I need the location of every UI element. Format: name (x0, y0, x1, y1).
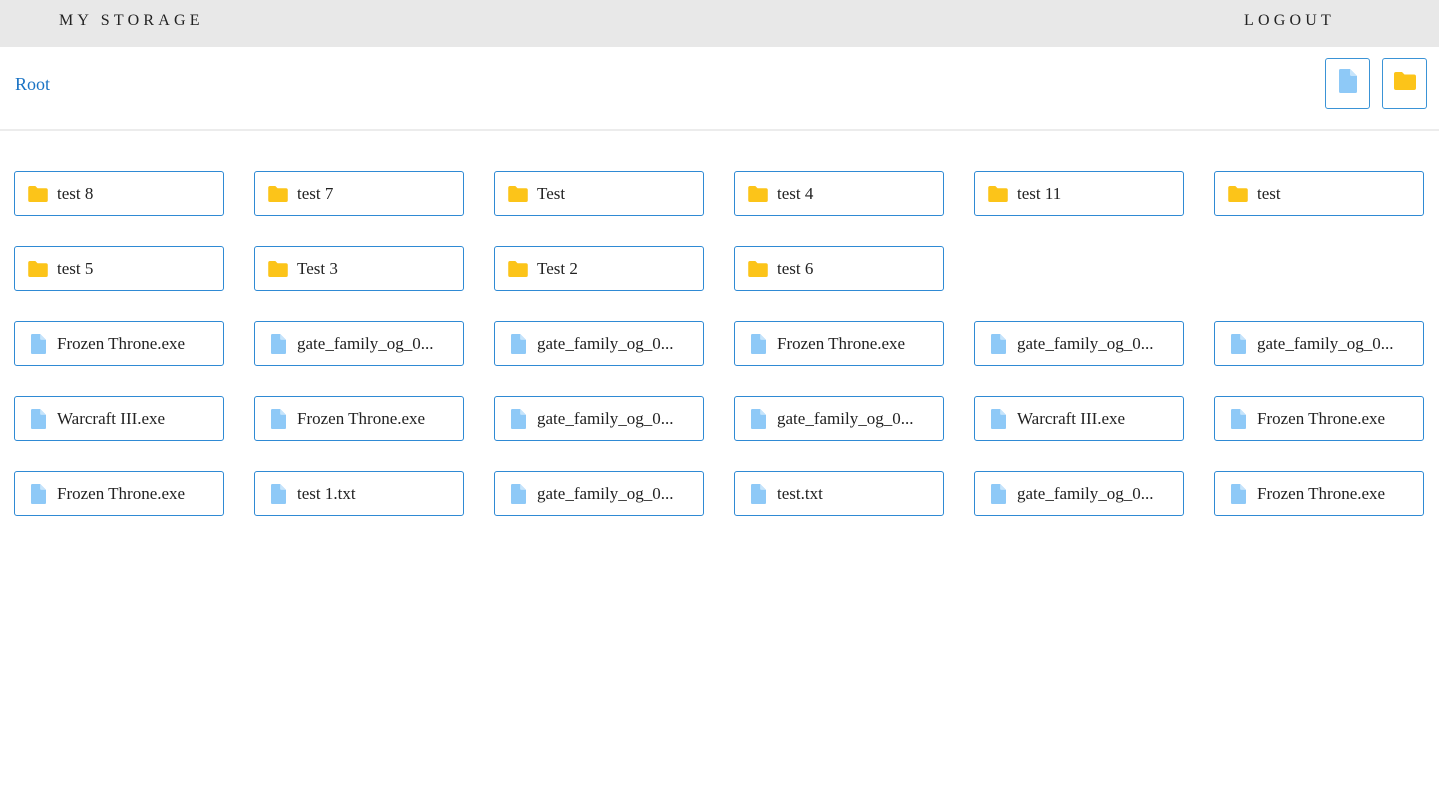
file-icon (508, 334, 528, 354)
file-icon (28, 409, 48, 429)
top-navbar: MY STORAGE LOGOUT (0, 0, 1439, 47)
file-item[interactable]: Frozen Throne.exe (14, 471, 224, 516)
folder-name: Test 3 (297, 259, 338, 278)
file-name: Frozen Throne.exe (1257, 409, 1386, 428)
folder-icon (508, 184, 528, 204)
folder-item[interactable]: test 6 (734, 246, 944, 291)
folder-icon (508, 259, 528, 279)
file-item[interactable]: gate_family_og_0... (1214, 321, 1424, 366)
file-name: Frozen Throne.exe (57, 334, 186, 353)
folder-icon (1228, 184, 1248, 204)
folder-name: test 8 (57, 184, 94, 203)
breadcrumb-root[interactable]: Root (15, 74, 50, 95)
file-name: Frozen Throne.exe (1257, 484, 1386, 503)
file-item[interactable]: Warcraft III.exe (974, 396, 1184, 441)
folder-name: test (1257, 184, 1281, 203)
file-item[interactable]: test 1.txt (254, 471, 464, 516)
file-name: test 1.txt (297, 484, 356, 503)
file-icon (508, 409, 528, 429)
folder-icon (1393, 72, 1416, 95)
folder-icon (268, 259, 288, 279)
file-icon (508, 484, 528, 504)
folder-item[interactable]: Test (494, 171, 704, 216)
file-item[interactable]: test.txt (734, 471, 944, 516)
file-icon (28, 334, 48, 354)
file-name: gate_family_og_0... (297, 334, 434, 353)
file-name: Frozen Throne.exe (777, 334, 906, 353)
file-icon (1338, 69, 1357, 98)
file-name: gate_family_og_0... (537, 409, 674, 428)
file-icon (748, 334, 768, 354)
folder-icon (28, 184, 48, 204)
folder-item[interactable]: test 4 (734, 171, 944, 216)
file-icon (28, 484, 48, 504)
file-name: gate_family_og_0... (537, 484, 674, 503)
folder-item[interactable]: test (1214, 171, 1424, 216)
file-name: Frozen Throne.exe (297, 409, 426, 428)
folder-icon (28, 259, 48, 279)
file-item[interactable]: gate_family_og_0... (494, 396, 704, 441)
add-file-button[interactable] (1325, 58, 1370, 109)
file-icon (1228, 409, 1248, 429)
folder-item[interactable]: test 8 (14, 171, 224, 216)
file-name: Warcraft III.exe (57, 409, 166, 428)
folder-name: test 11 (1017, 184, 1062, 203)
folder-icon (748, 184, 768, 204)
folder-name: Test 2 (537, 259, 578, 278)
toolbar: Root (0, 47, 1439, 131)
app-title[interactable]: MY STORAGE (59, 12, 204, 30)
file-icon (748, 409, 768, 429)
add-folder-button[interactable] (1382, 58, 1427, 109)
file-name: gate_family_og_0... (1257, 334, 1394, 353)
file-icon (1228, 334, 1248, 354)
file-item[interactable]: Frozen Throne.exe (1214, 471, 1424, 516)
folder-item[interactable]: Test 2 (494, 246, 704, 291)
folder-item[interactable]: test 5 (14, 246, 224, 291)
file-item[interactable]: gate_family_og_0... (494, 471, 704, 516)
file-item[interactable]: Warcraft III.exe (14, 396, 224, 441)
file-icon (988, 409, 1008, 429)
folder-item[interactable]: test 7 (254, 171, 464, 216)
file-item[interactable]: gate_family_og_0... (734, 396, 944, 441)
file-name: gate_family_og_0... (537, 334, 674, 353)
file-name: test.txt (777, 484, 823, 503)
folder-item[interactable]: Test 3 (254, 246, 464, 291)
folder-name: test 5 (57, 259, 94, 278)
file-name: Frozen Throne.exe (57, 484, 186, 503)
file-item[interactable]: Frozen Throne.exe (14, 321, 224, 366)
folder-icon (748, 259, 768, 279)
file-name: gate_family_og_0... (1017, 484, 1154, 503)
file-item[interactable]: Frozen Throne.exe (734, 321, 944, 366)
folder-name: Test (537, 184, 566, 203)
folder-item[interactable]: test 11 (974, 171, 1184, 216)
file-icon (988, 334, 1008, 354)
file-icon (1228, 484, 1248, 504)
file-item[interactable]: Frozen Throne.exe (1214, 396, 1424, 441)
file-icon (268, 334, 288, 354)
file-icon (988, 484, 1008, 504)
file-item[interactable]: gate_family_og_0... (494, 321, 704, 366)
file-item[interactable]: gate_family_og_0... (974, 321, 1184, 366)
file-icon (268, 409, 288, 429)
file-name: Warcraft III.exe (1017, 409, 1126, 428)
logout-button[interactable]: LOGOUT (1244, 12, 1335, 30)
file-item[interactable]: gate_family_og_0... (254, 321, 464, 366)
file-icon (268, 484, 288, 504)
folder-name: test 4 (777, 184, 814, 203)
file-item[interactable]: gate_family_og_0... (974, 471, 1184, 516)
file-name: gate_family_og_0... (1017, 334, 1154, 353)
folder-icon (268, 184, 288, 204)
folder-name: test 7 (297, 184, 334, 203)
file-item[interactable]: Frozen Throne.exe (254, 396, 464, 441)
folder-name: test 6 (777, 259, 814, 278)
folder-icon (988, 184, 1008, 204)
file-name: gate_family_og_0... (777, 409, 914, 428)
file-icon (748, 484, 768, 504)
